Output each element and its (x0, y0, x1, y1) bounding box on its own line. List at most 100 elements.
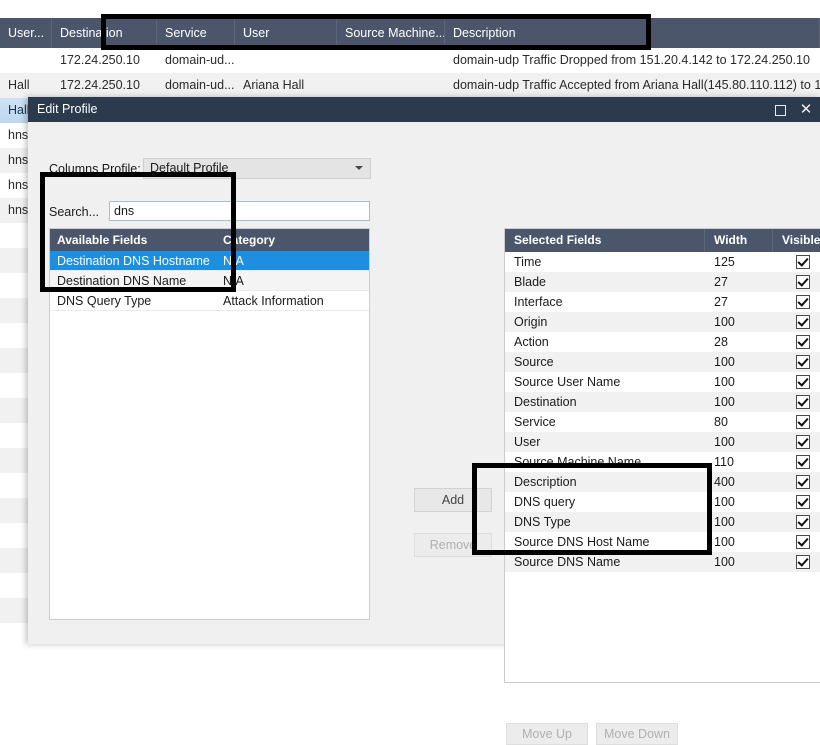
visible-checkbox[interactable] (773, 532, 820, 552)
visible-checkbox[interactable] (773, 352, 820, 372)
available-fields-column-header[interactable]: Available Fields (50, 229, 216, 251)
selected-field-width: 100 (714, 435, 735, 449)
visible-checkbox[interactable] (773, 452, 820, 472)
selected-field-width: 100 (714, 515, 735, 529)
dialog-title-bar: Edit Profile ✕ (28, 97, 820, 122)
checkmark-icon (796, 254, 810, 269)
log-column-header[interactable]: User... (0, 18, 52, 48)
log-column-header[interactable]: User (235, 18, 337, 48)
available-field-row[interactable]: Destination DNS Hostname N/A (50, 251, 369, 271)
table-row[interactable]: 172.24.250.10 domain-ud... domain-udp Traf… (0, 48, 820, 73)
selected-field-row[interactable]: Source User Name 100 (505, 372, 820, 392)
selected-field-row[interactable]: Description 400 (505, 472, 820, 492)
visible-checkbox[interactable] (773, 512, 820, 532)
move-up-button[interactable]: Move Up (506, 723, 588, 745)
selected-fields-column-header[interactable]: Width (705, 229, 773, 252)
available-fields-header: Available Fields Category (50, 229, 369, 251)
available-field-row[interactable]: DNS Query Type Attack Information (50, 291, 369, 311)
dialog-body: Columns Profile: Default Profile Search.… (28, 122, 820, 745)
table-row[interactable]: Hall 172.24.250.10 domain-ud... Ariana Hall… (0, 73, 820, 98)
available-field-row[interactable]: Destination DNS Name N/A (50, 271, 369, 291)
log-column-header[interactable]: Service (157, 18, 235, 48)
visible-checkbox[interactable] (773, 292, 820, 312)
selected-field-name: Destination (514, 395, 577, 409)
selected-field-name: Interface (514, 295, 563, 309)
visible-checkbox[interactable] (773, 432, 820, 452)
selected-field-name: Source DNS Host Name (514, 535, 650, 549)
chevron-down-icon (355, 166, 363, 170)
background-top-strip (0, 0, 820, 18)
remove-button[interactable]: Remove (414, 533, 492, 557)
visible-checkbox[interactable] (773, 272, 820, 292)
columns-profile-label: Columns Profile: (49, 162, 141, 176)
checkmark-icon (796, 474, 810, 489)
columns-profile-value: Default Profile (150, 161, 229, 175)
add-button[interactable]: Add (414, 488, 492, 512)
selected-field-row[interactable]: Time 125 (505, 252, 820, 272)
visible-checkbox[interactable] (773, 552, 820, 572)
available-field-name: DNS Query Type (57, 294, 152, 308)
available-field-category: N/A (223, 254, 244, 268)
checkmark-icon (796, 414, 810, 429)
table-cell: 172.24.250.10 (60, 53, 140, 67)
available-fields-column-header[interactable]: Category (216, 229, 369, 251)
visible-checkbox[interactable] (773, 472, 820, 492)
checkmark-icon (796, 494, 810, 509)
visible-checkbox[interactable] (773, 392, 820, 412)
log-column-header[interactable]: Destination (52, 18, 157, 48)
checkmark-icon (796, 434, 810, 449)
visible-checkbox[interactable] (773, 252, 820, 272)
selected-field-name: Blade (514, 275, 546, 289)
checkmark-icon (796, 394, 810, 409)
table-cell (0, 48, 52, 73)
selected-field-row[interactable]: Source DNS Name 100 (505, 552, 820, 572)
selected-field-row[interactable]: Origin 100 (505, 312, 820, 332)
columns-profile-select[interactable]: Default Profile (143, 158, 371, 179)
selected-field-row[interactable]: Destination 100 (505, 392, 820, 412)
visible-checkbox[interactable] (773, 312, 820, 332)
selected-field-width: 27 (714, 275, 728, 289)
selected-field-name: User (514, 435, 541, 449)
move-down-button[interactable]: Move Down (596, 723, 678, 745)
table-cell: domain-udp Traffic Accepted from Ariana … (453, 78, 820, 92)
selected-field-row[interactable]: Action 28 (505, 332, 820, 352)
table-cell (337, 73, 445, 98)
selected-field-row[interactable]: Source Machine Name 110 (505, 452, 820, 472)
selected-field-width: 100 (714, 375, 735, 389)
selected-field-row[interactable]: User 100 (505, 432, 820, 452)
selected-field-row[interactable]: Blade 27 (505, 272, 820, 292)
selected-fields-column-header[interactable]: Visible (773, 229, 820, 252)
selected-fields-column-header[interactable]: Selected Fields (505, 229, 705, 252)
selected-field-row[interactable]: Interface 27 (505, 292, 820, 312)
selected-fields-panel[interactable]: Selected Fields Width Visible Time 125 Blade… (504, 228, 820, 683)
selected-field-name: DNS query (514, 495, 576, 509)
available-field-name: Destination DNS Name (57, 274, 187, 288)
visible-checkbox[interactable] (773, 412, 820, 432)
selected-field-width: 100 (714, 495, 735, 509)
checkmark-icon (796, 274, 810, 289)
restore-icon[interactable] (768, 97, 792, 122)
log-column-header[interactable]: Source Machine... (337, 18, 445, 48)
selected-field-width: 400 (714, 475, 735, 489)
visible-checkbox[interactable] (773, 372, 820, 392)
search-input[interactable] (109, 201, 370, 221)
available-field-category: N/A (223, 274, 244, 288)
selected-field-row[interactable]: DNS query 100 (505, 492, 820, 512)
available-fields-panel[interactable]: Available Fields Category Destination DNS… (49, 228, 370, 620)
selected-field-row[interactable]: Source DNS Host Name 100 (505, 532, 820, 552)
selected-field-name: Source DNS Name (514, 555, 621, 569)
checkmark-icon (796, 334, 810, 349)
selected-fields-header: Selected Fields Width Visible (505, 229, 820, 252)
available-field-name: Destination DNS Hostname (57, 254, 210, 268)
log-column-header[interactable]: Description (445, 18, 820, 48)
selected-field-row[interactable]: Service 80 (505, 412, 820, 432)
table-cell: Ariana Hall (243, 78, 305, 92)
table-cell: Hall (8, 78, 30, 92)
selected-field-row[interactable]: DNS Type 100 (505, 512, 820, 532)
table-cell (235, 48, 337, 73)
visible-checkbox[interactable] (773, 492, 820, 512)
visible-checkbox[interactable] (773, 332, 820, 352)
close-icon[interactable]: ✕ (794, 97, 818, 122)
selected-field-row[interactable]: Source 100 (505, 352, 820, 372)
selected-field-name: Description (514, 475, 577, 489)
